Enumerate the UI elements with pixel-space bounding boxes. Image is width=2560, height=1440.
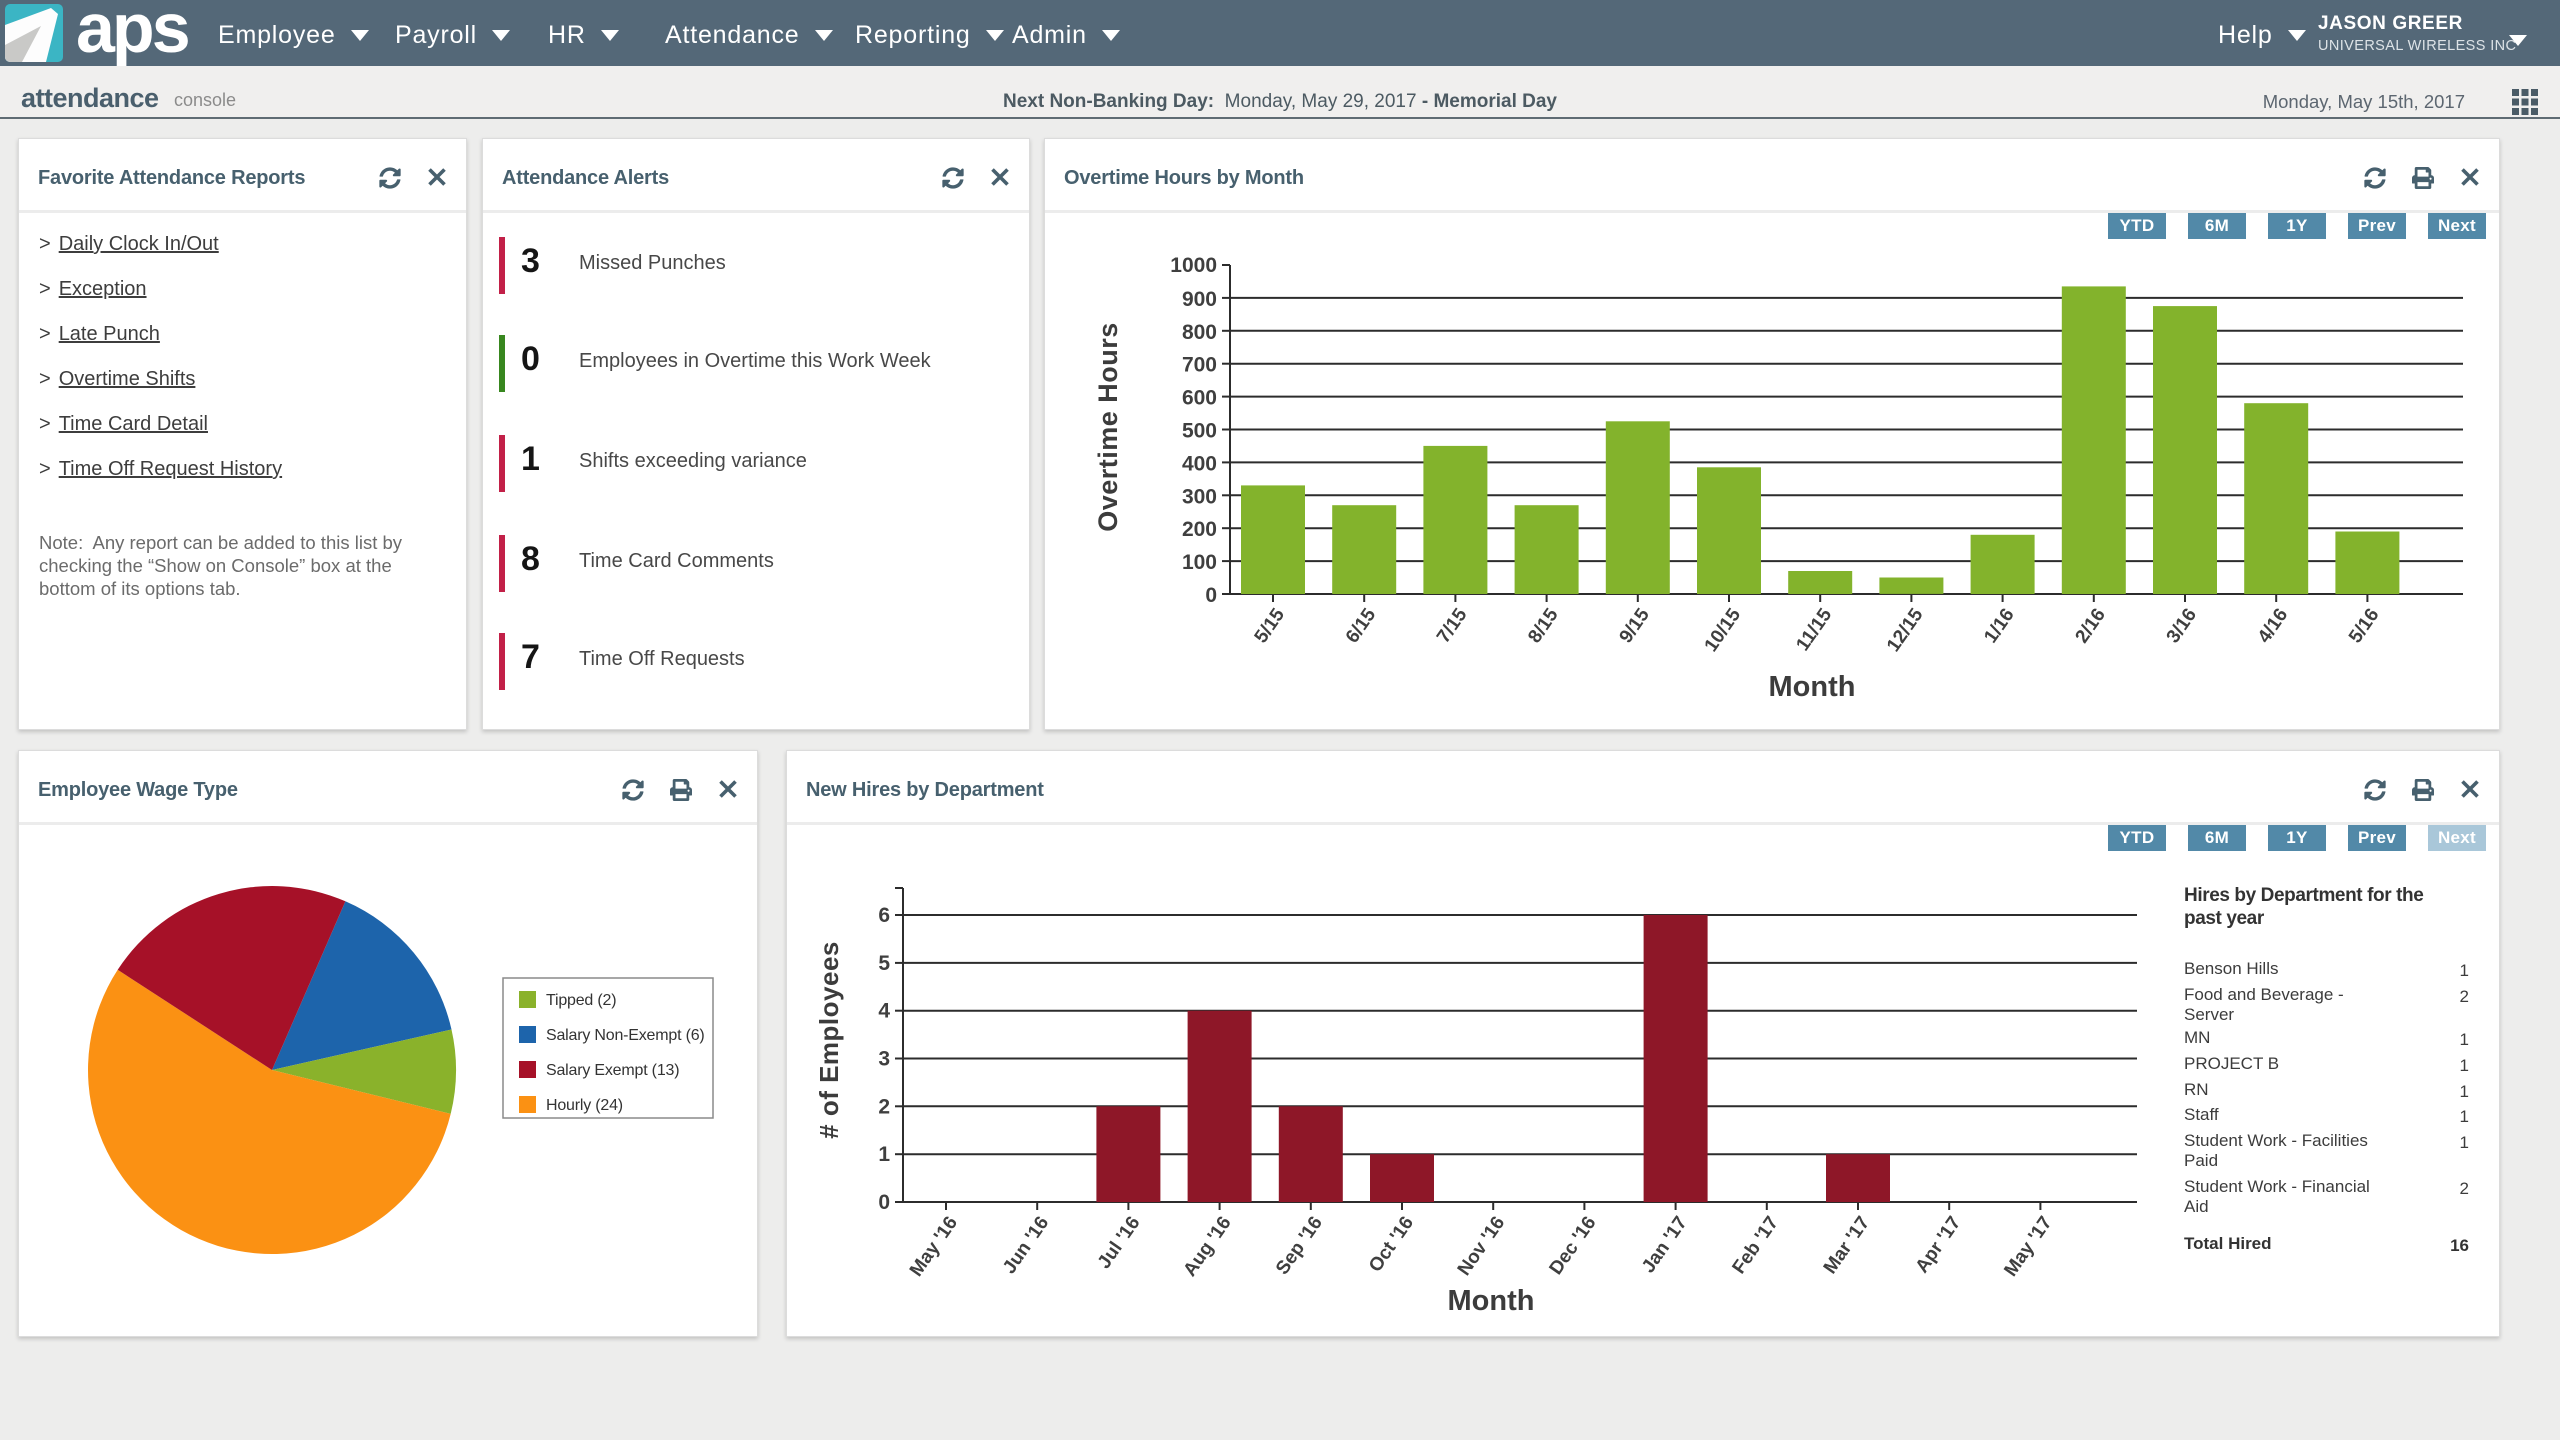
svg-text:5: 5 bbox=[878, 952, 890, 975]
svg-text:Feb '17: Feb '17 bbox=[1729, 1213, 1783, 1278]
svg-text:# of Employees: # of Employees bbox=[814, 941, 844, 1139]
svg-text:12/15: 12/15 bbox=[1883, 604, 1928, 655]
svg-text:4/16: 4/16 bbox=[2254, 605, 2292, 647]
svg-text:3/16: 3/16 bbox=[2163, 605, 2201, 647]
svg-text:2/16: 2/16 bbox=[2071, 605, 2109, 647]
svg-text:10/15: 10/15 bbox=[1701, 604, 1746, 655]
svg-text:Oct '16: Oct '16 bbox=[1365, 1213, 1418, 1276]
svg-text:3: 3 bbox=[878, 1048, 890, 1071]
svg-text:1000: 1000 bbox=[1170, 254, 1217, 277]
svg-text:Hourly (24): Hourly (24) bbox=[546, 1097, 623, 1114]
svg-text:400: 400 bbox=[1182, 452, 1217, 475]
svg-text:100: 100 bbox=[1182, 551, 1217, 574]
svg-text:200: 200 bbox=[1182, 518, 1217, 541]
svg-text:6: 6 bbox=[878, 904, 890, 927]
svg-text:Tipped (2): Tipped (2) bbox=[546, 992, 616, 1009]
svg-text:600: 600 bbox=[1182, 387, 1217, 410]
svg-text:May '16: May '16 bbox=[906, 1213, 962, 1281]
svg-text:5/15: 5/15 bbox=[1251, 604, 1290, 647]
svg-text:Nov '16: Nov '16 bbox=[1454, 1213, 1510, 1280]
svg-text:8/15: 8/15 bbox=[1524, 604, 1563, 647]
svg-text:Jun '16: Jun '16 bbox=[999, 1213, 1053, 1278]
svg-text:800: 800 bbox=[1182, 321, 1217, 344]
svg-text:7/15: 7/15 bbox=[1433, 604, 1472, 647]
svg-text:Apr '17: Apr '17 bbox=[1912, 1213, 1966, 1277]
svg-text:0: 0 bbox=[1205, 584, 1217, 607]
svg-text:1: 1 bbox=[878, 1143, 890, 1166]
svg-text:11/15: 11/15 bbox=[1792, 604, 1836, 654]
svg-text:Sep '16: Sep '16 bbox=[1272, 1213, 1327, 1279]
svg-text:Dec '16: Dec '16 bbox=[1546, 1213, 1601, 1279]
svg-text:300: 300 bbox=[1182, 485, 1217, 508]
svg-text:4: 4 bbox=[878, 1000, 890, 1023]
svg-text:Aug '16: Aug '16 bbox=[1180, 1213, 1236, 1281]
svg-text:Salary Exempt (13): Salary Exempt (13) bbox=[546, 1062, 679, 1079]
svg-text:0: 0 bbox=[878, 1191, 890, 1214]
svg-text:Overtime Hours: Overtime Hours bbox=[1093, 322, 1123, 532]
svg-text:6/15: 6/15 bbox=[1342, 604, 1381, 647]
svg-text:2: 2 bbox=[878, 1095, 890, 1118]
svg-text:Jan '17: Jan '17 bbox=[1638, 1213, 1692, 1277]
svg-text:1/16: 1/16 bbox=[1980, 605, 2018, 647]
svg-text:700: 700 bbox=[1182, 354, 1217, 377]
svg-text:Mar '17: Mar '17 bbox=[1820, 1213, 1874, 1278]
svg-text:900: 900 bbox=[1182, 288, 1217, 311]
svg-text:Salary Non-Exempt (6): Salary Non-Exempt (6) bbox=[546, 1027, 705, 1044]
svg-text:500: 500 bbox=[1182, 420, 1217, 443]
svg-text:May '17: May '17 bbox=[2000, 1213, 2056, 1281]
svg-text:5/16: 5/16 bbox=[2345, 605, 2383, 647]
svg-text:Month: Month bbox=[1448, 1285, 1535, 1317]
svg-text:9/15: 9/15 bbox=[1615, 604, 1654, 647]
svg-text:Jul '16: Jul '16 bbox=[1094, 1213, 1145, 1273]
svg-text:Month: Month bbox=[1769, 671, 1856, 703]
